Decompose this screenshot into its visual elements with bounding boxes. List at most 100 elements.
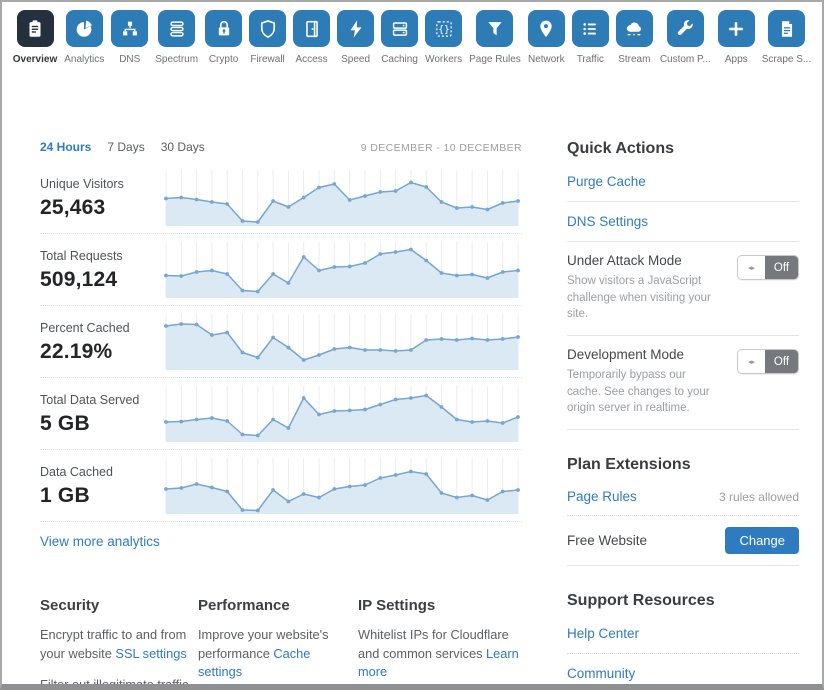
door-icon (301, 18, 323, 40)
nav-label: Network (528, 54, 565, 65)
toggle-label: Under Attack Mode (567, 253, 717, 268)
toggle-state: Off (765, 350, 798, 373)
nav-item-custom-pages[interactable]: Custom P... (660, 10, 711, 65)
nav-item-overview[interactable]: Overview (13, 10, 57, 65)
metric-row-unique-visitors: Unique Visitors 25,463 (40, 162, 522, 234)
svg-text:{}: {} (438, 24, 450, 35)
plan-extensions-title: Plan Extensions (567, 456, 799, 474)
dns-settings-link[interactable]: DNS Settings (567, 202, 799, 242)
section-title: IP Settings (358, 597, 523, 614)
nav-label: Access (295, 54, 327, 65)
braces-icon: {} (433, 18, 455, 40)
toggle-label: Development Mode (567, 347, 717, 362)
nav-item-traffic[interactable]: Traffic (572, 10, 609, 65)
sidebar: Quick Actions Purge Cache DNS Settings U… (567, 140, 799, 690)
ssl-settings-link[interactable]: SSL settings (115, 646, 186, 661)
tree-icon (119, 18, 141, 40)
nav-label: Custom P... (660, 54, 711, 65)
toggle-state: Off (765, 256, 798, 279)
nav-label: Stream (618, 54, 650, 65)
metric-label: Data Cached (40, 465, 162, 479)
support-resources-title: Support Resources (567, 592, 799, 610)
tab-24-hours[interactable]: 24 Hours (40, 140, 91, 154)
metric-value: 5 GB (40, 412, 162, 436)
list-icon (579, 18, 601, 40)
nav-label: Firewall (250, 54, 284, 65)
analytics-panel: 24 Hours 7 Days 30 Days 9 DECEMBER - 10 … (40, 140, 522, 690)
nav-label: Analytics (64, 54, 104, 65)
metric-value: 1 GB (40, 484, 162, 508)
app-window: Overview Analytics (0, 0, 824, 690)
metric-value: 509,124 (40, 268, 162, 292)
section-text: Encrypt traffic to and from your website… (40, 626, 190, 663)
nav-item-firewall[interactable]: Firewall (249, 10, 286, 65)
nav-label: Traffic (577, 54, 604, 65)
product-nav: Overview Analytics (2, 2, 822, 65)
nav-item-apps[interactable]: Apps (718, 10, 755, 65)
nav-item-page-rules[interactable]: Page Rules (469, 10, 521, 65)
development-mode-toggle[interactable]: Off (737, 349, 799, 374)
metric-row-total-requests: Total Requests 509,124 (40, 234, 522, 306)
toggle-handle-icon (738, 256, 765, 279)
nav-item-network[interactable]: Network (528, 10, 565, 65)
purge-cache-link[interactable]: Purge Cache (567, 162, 799, 202)
section-title: Security (40, 597, 190, 614)
development-mode-row: Development Mode Temporarily bypass our … (567, 336, 799, 430)
change-plan-button[interactable]: Change (725, 527, 799, 554)
data-cached-chart (162, 455, 522, 517)
under-attack-mode-toggle[interactable]: Off (737, 255, 799, 280)
time-range-tabs: 24 Hours 7 Days 30 Days (40, 140, 205, 154)
document-icon (776, 18, 798, 40)
nav-item-scrape-shield[interactable]: Scrape S... (762, 10, 811, 65)
percent-cached-chart (162, 311, 522, 373)
pie-chart-icon (73, 18, 95, 40)
plan-row: Free Website Change (567, 516, 799, 566)
main-content: 24 Hours 7 Days 30 Days 9 DECEMBER - 10 … (2, 65, 822, 690)
community-link[interactable]: Community (567, 654, 799, 690)
nav-label: Page Rules (469, 54, 521, 65)
metric-row-data-cached: Data Cached 1 GB (40, 450, 522, 522)
total-requests-chart (162, 239, 522, 301)
nav-item-stream[interactable]: Stream (616, 10, 653, 65)
page-rules-note: 3 rules allowed (719, 490, 799, 504)
nav-item-spectrum[interactable]: Spectrum (155, 10, 198, 65)
tab-7-days[interactable]: 7 Days (107, 140, 144, 154)
cloud-icon (623, 18, 645, 40)
nav-item-workers[interactable]: {} Workers (425, 10, 462, 65)
view-more-analytics-link[interactable]: View more analytics (40, 534, 160, 549)
metric-row-percent-cached: Percent Cached 22.19% (40, 306, 522, 378)
nav-item-speed[interactable]: Speed (337, 10, 374, 65)
toggle-description: Show visitors a JavaScript challenge whe… (567, 273, 717, 323)
tab-30-days[interactable]: 30 Days (161, 140, 205, 154)
nav-item-access[interactable]: Access (293, 10, 330, 65)
nav-item-dns[interactable]: DNS (111, 10, 148, 65)
analytics-header: 24 Hours 7 Days 30 Days 9 DECEMBER - 10 … (40, 140, 522, 162)
pin-icon (535, 18, 557, 40)
stack-icon (166, 18, 188, 40)
metric-row-total-data-served: Total Data Served 5 GB (40, 378, 522, 450)
lock-icon (213, 18, 235, 40)
funnel-icon (484, 18, 506, 40)
unique-visitors-chart (162, 167, 522, 229)
nav-item-crypto[interactable]: Crypto (205, 10, 242, 65)
metric-label: Total Requests (40, 249, 162, 263)
ip-settings-section: IP Settings Whitelist IPs for Cloudflare… (358, 597, 523, 690)
section-text: Whitelist IPs for Cloudflare and common … (358, 626, 523, 682)
shield-icon (257, 18, 279, 40)
under-attack-mode-row: Under Attack Mode Show visitors a JavaSc… (567, 242, 799, 336)
metric-value: 22.19% (40, 340, 162, 364)
nav-label: Workers (425, 54, 462, 65)
nav-label: DNS (119, 54, 140, 65)
page-rules-link[interactable]: Page Rules (567, 489, 637, 504)
section-text: Filter out illegitimate traffic Firewall… (40, 676, 190, 690)
metric-label: Percent Cached (40, 321, 162, 335)
nav-item-caching[interactable]: Caching (381, 10, 418, 65)
total-data-served-chart (162, 383, 522, 445)
quick-actions-title: Quick Actions (567, 140, 799, 158)
metric-label: Total Data Served (40, 393, 162, 407)
help-center-link[interactable]: Help Center (567, 614, 799, 654)
nav-label: Speed (341, 54, 370, 65)
nav-item-analytics[interactable]: Analytics (64, 10, 104, 65)
clipboard-icon (24, 18, 46, 40)
wrench-icon (674, 18, 696, 40)
